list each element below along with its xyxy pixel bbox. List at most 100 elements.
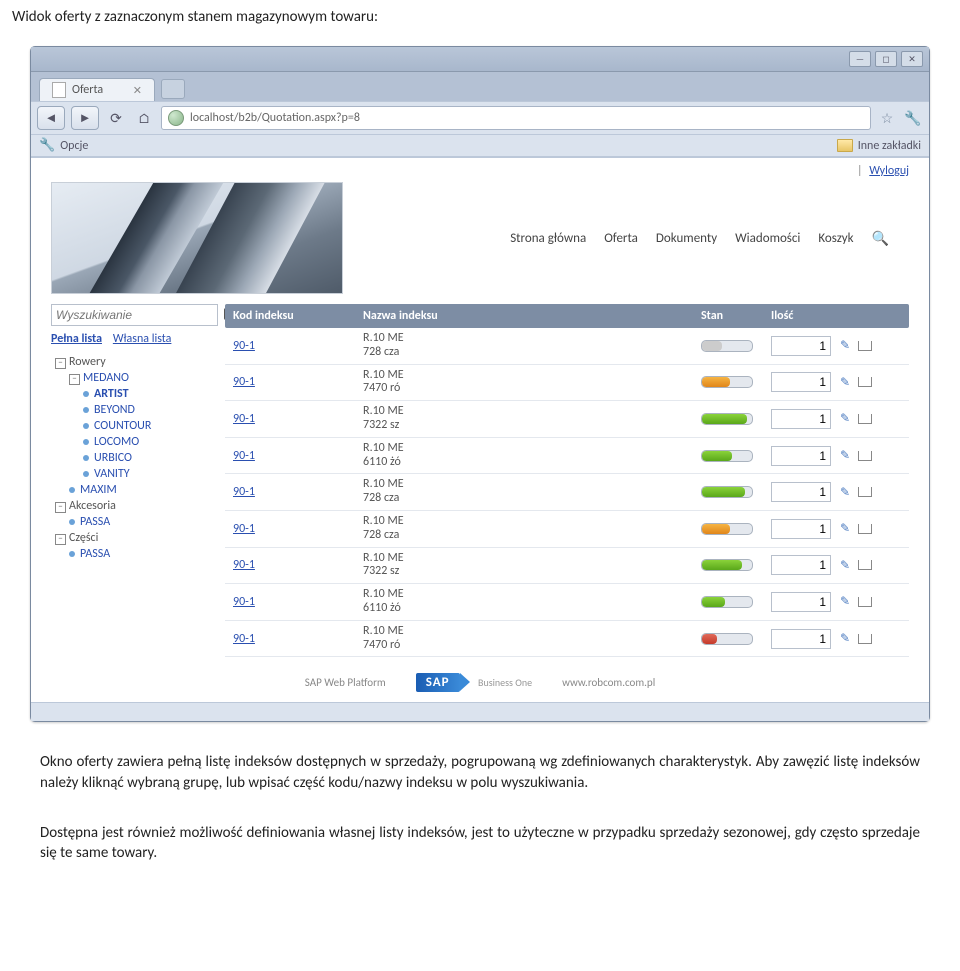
sidebar: Pełna lista Własna lista −Rowery −MEDANO… (51, 304, 211, 657)
url-field[interactable]: localhost/b2b/Quotation.aspx?p=8 (161, 106, 871, 130)
add-to-cart-icon[interactable] (857, 594, 873, 610)
qty-cell: ✎ (771, 336, 901, 356)
tree-artist[interactable]: ARTIST (83, 386, 211, 402)
add-to-cart-icon[interactable] (857, 448, 873, 464)
tree-passa-2[interactable]: PASSA (69, 546, 211, 562)
new-tab-button[interactable] (161, 79, 185, 99)
nav-offer[interactable]: Oferta (604, 231, 638, 246)
edit-icon[interactable]: ✎ (837, 448, 853, 464)
edit-icon[interactable]: ✎ (837, 557, 853, 573)
edit-icon[interactable]: ✎ (837, 374, 853, 390)
add-to-cart-icon[interactable] (857, 338, 873, 354)
index-code-link[interactable]: 90-1 (233, 412, 255, 426)
close-tab-icon[interactable]: ✕ (133, 84, 142, 97)
close-window-button[interactable]: ✕ (901, 51, 923, 67)
tab-title: Oferta (72, 83, 103, 97)
index-code-link[interactable]: 90-1 (233, 558, 255, 572)
quantity-input[interactable] (771, 482, 831, 502)
tree-maxim[interactable]: MAXIM (69, 482, 211, 498)
quantity-input[interactable] (771, 372, 831, 392)
forward-button[interactable]: ► (71, 106, 99, 130)
quantity-input[interactable] (771, 446, 831, 466)
edit-icon[interactable]: ✎ (837, 631, 853, 647)
index-code-link[interactable]: 90-1 (233, 522, 255, 536)
index-code-link[interactable]: 90-1 (233, 449, 255, 463)
header-area: Strona główna Oferta Dokumenty Wiadomośc… (51, 182, 909, 294)
add-to-cart-icon[interactable] (857, 484, 873, 500)
tree-passa-1[interactable]: PASSA (69, 514, 211, 530)
logout-link[interactable]: Wyloguj (869, 164, 909, 178)
nav-msgs[interactable]: Wiadomości (735, 231, 800, 246)
collapse-icon[interactable]: − (55, 534, 66, 545)
nav-home[interactable]: Strona główna (510, 231, 586, 246)
bullet-icon (69, 487, 75, 493)
tree-akcesoria[interactable]: −Akcesoria (55, 498, 211, 514)
bullet-icon (69, 519, 75, 525)
col-header-ilosc[interactable]: Ilość (771, 309, 901, 323)
tree-medano[interactable]: −MEDANO (69, 370, 211, 386)
edit-icon[interactable]: ✎ (837, 521, 853, 537)
quantity-input[interactable] (771, 629, 831, 649)
index-code-link[interactable]: 90-1 (233, 595, 255, 609)
nav-cart[interactable]: Koszyk (818, 231, 853, 246)
full-list-tab[interactable]: Pełna lista (51, 332, 102, 346)
search-icon[interactable]: 🔍 (872, 230, 889, 247)
search-input[interactable] (51, 304, 218, 326)
edit-icon[interactable]: ✎ (837, 338, 853, 354)
tree-rowery[interactable]: −Rowery (55, 354, 211, 370)
collapse-icon[interactable]: − (55, 502, 66, 513)
index-code-link[interactable]: 90-1 (233, 485, 255, 499)
index-code-link[interactable]: 90-1 (233, 339, 255, 353)
browser-tab[interactable]: Oferta ✕ (39, 78, 155, 101)
collapse-icon[interactable]: − (69, 374, 80, 385)
index-code-link[interactable]: 90-1 (233, 375, 255, 389)
minimize-button[interactable]: — (849, 51, 871, 67)
settings-wrench-icon[interactable]: 🔧 (903, 108, 923, 128)
add-to-cart-icon[interactable] (857, 411, 873, 427)
bullet-icon (83, 471, 89, 477)
col-header-kod[interactable]: Kod indeksu (233, 309, 363, 323)
nav-docs[interactable]: Dokumenty (656, 231, 717, 246)
tree-czesci[interactable]: −Części (55, 530, 211, 546)
back-button[interactable]: ◄ (37, 106, 65, 130)
quantity-input[interactable] (771, 519, 831, 539)
bookmark-folder-inne[interactable]: Inne zakładki (837, 139, 921, 153)
index-name: R.10 ME7470 ró (363, 369, 701, 397)
bookmark-opcje[interactable]: 🔧 Opcje (39, 138, 88, 153)
tree-locomo[interactable]: LOCOMO (83, 434, 211, 450)
collapse-icon[interactable]: − (55, 358, 66, 369)
tree-urbico[interactable]: URBICO (83, 450, 211, 466)
edit-icon[interactable]: ✎ (837, 411, 853, 427)
table-row: 90-1R.10 ME6110 żó✎ (225, 584, 909, 621)
add-to-cart-icon[interactable] (857, 557, 873, 573)
reload-button[interactable]: ⟳ (105, 107, 127, 129)
table-row: 90-1 R.10 ME7470 ró ✎ (225, 365, 909, 402)
stock-cell (701, 486, 771, 498)
index-code-link[interactable]: 90-1 (233, 632, 255, 646)
stock-bar (701, 596, 753, 608)
edit-icon[interactable]: ✎ (837, 484, 853, 500)
stock-cell (701, 450, 771, 462)
add-to-cart-icon[interactable] (857, 374, 873, 390)
col-header-stan[interactable]: Stan (701, 309, 771, 323)
quantity-input[interactable] (771, 555, 831, 575)
add-to-cart-icon[interactable] (857, 521, 873, 537)
maximize-button[interactable]: ◻ (875, 51, 897, 67)
bookmark-star-icon[interactable]: ☆ (877, 108, 897, 128)
quantity-input[interactable] (771, 592, 831, 612)
home-button[interactable]: ⌂ (133, 107, 155, 129)
address-bar: ◄ ► ⟳ ⌂ localhost/b2b/Quotation.aspx?p=8… (31, 101, 929, 135)
quantity-input[interactable] (771, 336, 831, 356)
quantity-input[interactable] (771, 409, 831, 429)
index-name: R.10 ME6110 żó (363, 442, 701, 470)
stock-bar (701, 413, 753, 425)
tree-beyond[interactable]: BEYOND (83, 402, 211, 418)
page-footer: SAP Web Platform SAP Business One www.ro… (51, 675, 909, 690)
edit-icon[interactable]: ✎ (837, 594, 853, 610)
add-to-cart-icon[interactable] (857, 631, 873, 647)
own-list-tab[interactable]: Własna lista (113, 332, 172, 346)
tree-vanity[interactable]: VANITY (83, 466, 211, 482)
col-header-nazwa[interactable]: Nazwa indeksu (363, 309, 701, 323)
bullet-icon (69, 551, 75, 557)
tree-countour[interactable]: COUNTOUR (83, 418, 211, 434)
